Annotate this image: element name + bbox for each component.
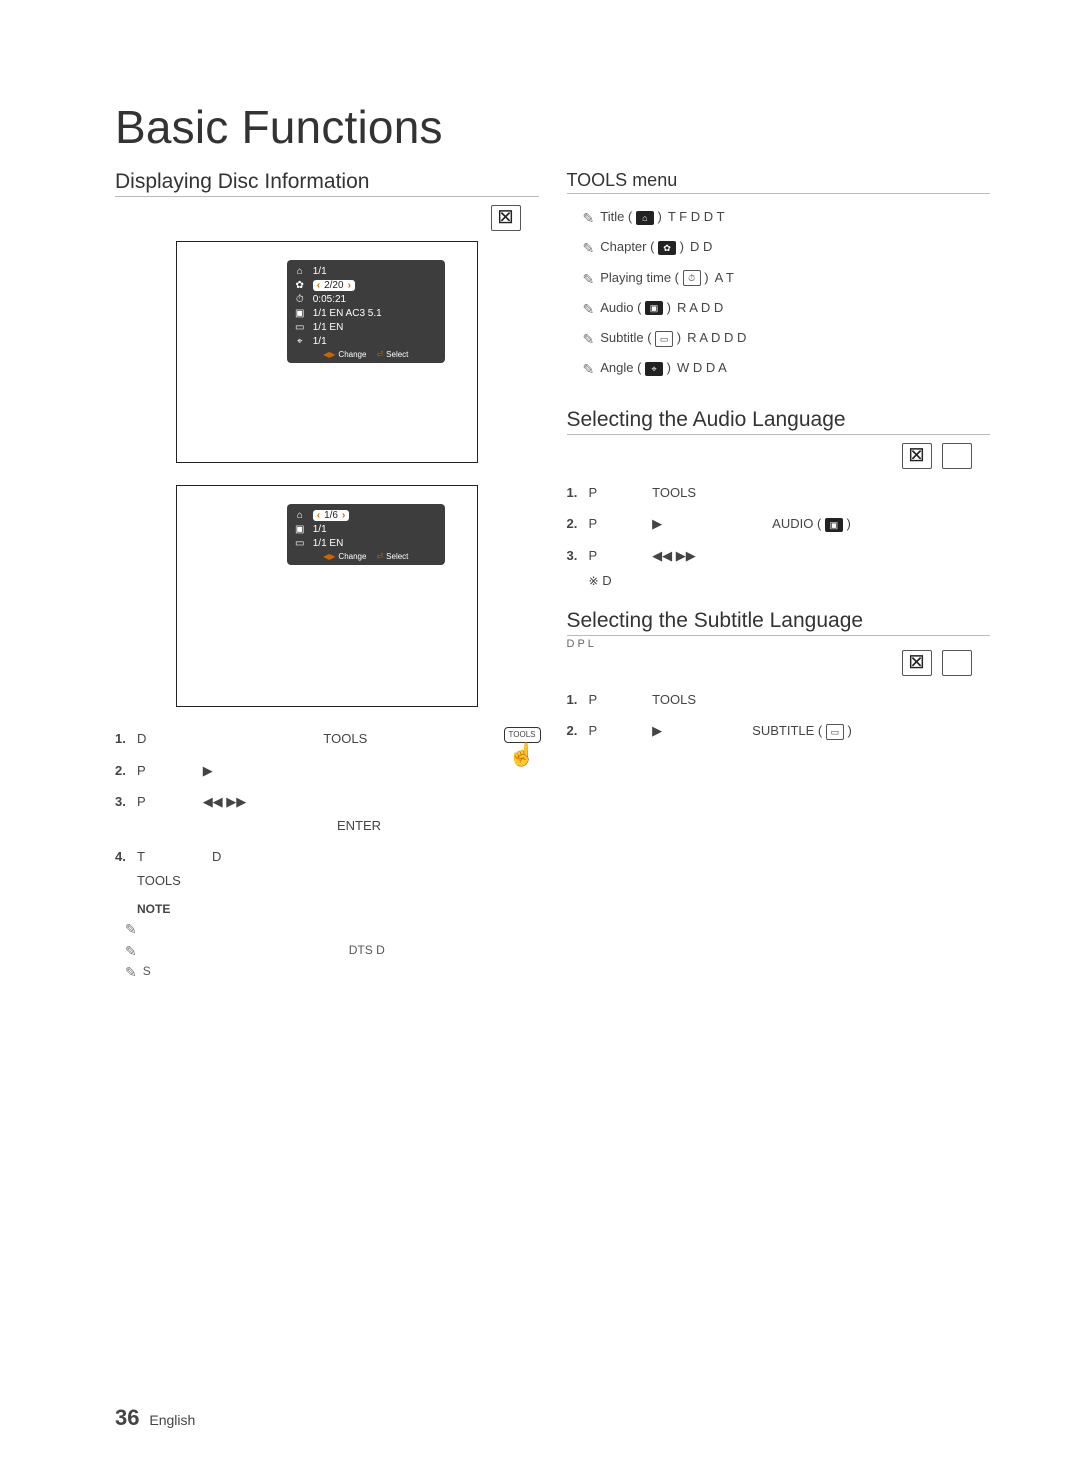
pencil-icon: ✎ [583,208,595,228]
osd2-change: Change [338,552,366,561]
sub-step-2: P▶SUBTITLE ( ▭ ) [567,721,991,741]
page-title: Basic Functions [115,100,990,154]
osd2-audio: 1/1 [313,524,439,535]
audio-steps: PTOOLS P▶AUDIO ( ▣ ) P◀◀ ▶▶ ※ D [567,483,991,591]
pencil-icon: ✎ [583,359,595,379]
note-label: NOTE [137,902,539,916]
time-icon: ⏱ [683,270,701,286]
section-heading-disc-info: Displaying Disc Information [115,170,539,197]
tools-item-audio: ✎ Audio ( ▣ ) R A D D [583,299,991,319]
osd1-angle: 1/1 [313,336,439,347]
disc-type-icon: ⊠ [902,443,932,469]
pencil-icon: ✎ [125,963,137,983]
section-heading-audio: Selecting the Audio Language [567,408,991,435]
subtitle-icon: ▭ [293,537,307,549]
osd1-subtitle: 1/1 EN [313,322,439,333]
osd1-select: Select [386,350,408,359]
osd-screenshot-2: ⌂ ‹1/6› ▣1/1 ▭1/1 EN ◀▶Change ⏎Select [176,485,478,707]
osd1-time: 0:05:21 [313,294,439,305]
step-4: T D TOOLS [115,847,539,890]
audio-icon: ▣ [645,301,663,315]
osd1-audio: 1/1 EN AC3 5.1 [313,308,439,319]
angle-icon: ⌖ [293,335,307,347]
pencil-icon: ✎ [125,942,137,962]
pencil-icon: ✎ [583,329,595,349]
tools-item-title: ✎ Title ( ⌂ ) T F D D T [583,208,991,228]
tools-item-time: ✎ Playing time ( ⏱ ) A T [583,269,991,289]
tools-item-subtitle: ✎ Subtitle ( ▭ ) R A D D D [583,329,991,349]
angle-icon: ⌖ [645,362,663,376]
nav-glyph: ▶ [203,763,213,778]
subtitle-steps: PTOOLS P▶SUBTITLE ( ▭ ) [567,690,991,741]
chapter-icon: ✿ [658,241,676,255]
subtitle-icon: ▭ [293,321,307,333]
note-item: ✎ [125,920,539,940]
step-2: P ▶ [115,761,539,781]
audio-step-1: PTOOLS [567,483,991,503]
tools-item-chapter: ✎ Chapter ( ✿ ) D D [583,238,991,258]
pencil-icon: ✎ [583,299,595,319]
osd1-title: 1/1 [313,266,439,277]
note-item: ✎DTS D [125,942,539,962]
step-3: P ◀◀ ▶▶ ENTER [115,792,539,835]
subtitle-note-line: D P L [567,638,991,650]
osd1-change: Change [338,350,366,359]
osd1-chapter: 2/20 [324,280,343,291]
tools-menu-heading: TOOLS menu [567,170,991,194]
steps-list: D TOOLS TOOLS ☝ P ▶ P ◀◀ ▶▶ [115,729,539,890]
tools-item-angle: ✎ Angle ( ⌖ ) W D D A [583,359,991,379]
audio-step-2: P▶AUDIO ( ▣ ) [567,514,991,534]
subtitle-icon: ▭ [655,331,673,347]
osd2-subtitle: 1/1 EN [313,538,439,549]
disc-type-icon [942,443,972,469]
title-icon: ⌂ [293,509,307,521]
time-icon: ⏱ [293,293,307,305]
sub-step-1: PTOOLS [567,690,991,710]
page-number: 36 [115,1405,139,1430]
chapter-icon: ✿ [293,279,307,291]
page-footer: 36 English [115,1405,195,1431]
osd2-title: 1/6 [324,510,338,521]
title-icon: ⌂ [636,211,654,225]
disc-type-icon: ⊠ [902,650,932,676]
title-icon: ⌂ [293,265,307,277]
note-item: ✎S [125,963,539,983]
pencil-icon: ✎ [583,269,595,289]
audio-icon: ▣ [825,518,843,532]
disc-type-icon [942,650,972,676]
pencil-icon: ✎ [125,920,137,940]
subtitle-icon: ▭ [826,724,844,740]
audio-icon: ▣ [293,523,307,535]
nav-glyph: ◀◀ ▶▶ [203,794,247,809]
tools-button-graphic: TOOLS [504,727,541,743]
disc-type-icon: ⊠ [491,205,521,231]
audio-icon: ▣ [293,307,307,319]
osd2-select: Select [386,552,408,561]
osd-screenshot-1: ⌂1/1 ✿ ‹2/20› ⏱0:05:21 ▣1/1 EN AC3 5.1 ▭… [176,241,478,463]
pencil-icon: ✎ [583,238,595,258]
step-1: D TOOLS TOOLS ☝ [115,729,539,749]
page-lang: English [149,1412,195,1428]
section-heading-subtitle: Selecting the Subtitle Language [567,609,991,636]
audio-step-3: P◀◀ ▶▶ ※ D [567,546,991,591]
